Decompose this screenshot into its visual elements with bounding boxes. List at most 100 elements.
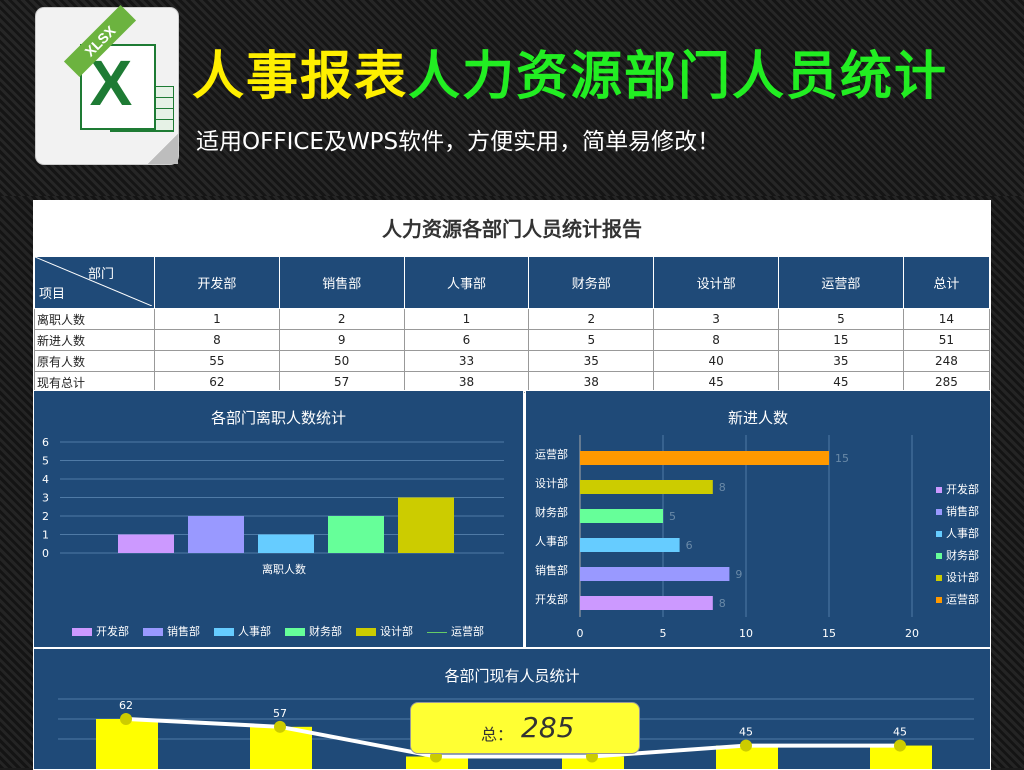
new-hires-chart-plot: 0 5 10 15 20 运营部 15 设计部 8 财务部 5 人事部 6 销售部 9 开发部 8 [535,435,919,640]
y-tick-label: 人事部 [535,534,568,548]
legend-swatch [936,575,942,581]
table-cell: 5 [777,308,904,330]
bar [580,451,829,465]
table-cell: 15 [777,329,904,351]
row-label: 原有人数 [34,350,155,372]
column-header: 销售部 [278,256,405,309]
legend-label: 设计部 [946,571,979,584]
table-cell: 50 [278,350,405,372]
legend-item: 财务部 [936,547,979,563]
data-label: 62 [119,699,133,712]
bar [258,534,314,553]
legend-swatch [936,597,942,603]
data-label: 8 [719,481,726,494]
corner-header-cell: 部门 项目 [34,256,155,309]
bar [96,719,158,769]
banner-subtitle: 适用OFFICE及WPS软件，方便实用，简单易修改！ [196,129,721,155]
legend-item: 运营部 [427,625,484,638]
data-label: 6 [686,539,693,552]
legend-item: 开发部 [72,625,129,638]
x-tick-label: 10 [739,627,753,640]
column-header: 开发部 [154,256,280,309]
table-row: 离职人数 1 2 1 2 3 5 14 [34,308,991,330]
legend-item: 财务部 [285,625,342,638]
table-cell: 55 [154,350,280,372]
legend-swatch [936,553,942,559]
y-tick-label: 财务部 [535,505,568,519]
table-cell: 14 [902,308,991,330]
total-box: 总： 285 [410,702,640,754]
legend-item: 开发部 [936,481,979,497]
legend-label: 运营部 [451,625,484,638]
legend-item: 销售部 [936,503,979,519]
y-tick-label: 6 [42,436,49,449]
table-cell: 2 [528,308,655,330]
legend-swatch [285,628,305,636]
trend-point [274,720,286,733]
legend-swatch [936,487,942,493]
new-hires-chart-legend: 开发部 销售部 人事部 财务部 设计部 运营部 [936,481,979,613]
legend-label: 开发部 [946,483,979,496]
bar [398,497,454,553]
table-cell: 1 [403,308,530,330]
banner-title-part2: 人力资源部门人员统计 [408,47,949,107]
y-tick-label: 0 [42,547,49,560]
x-tick-label: 20 [905,627,919,640]
y-tick-label: 1 [42,529,49,542]
table-cell: 35 [528,350,655,372]
legend-swatch [356,628,376,636]
legend-item: 设计部 [356,625,413,638]
column-header: 运营部 [777,256,904,309]
total-label: 总： [481,725,514,744]
y-tick-label: 4 [42,473,49,486]
page-fold-icon [148,134,178,164]
legend-label: 开发部 [96,625,129,638]
y-tick-label: 3 [42,492,49,505]
legend-swatch [143,628,163,636]
bar [580,567,730,581]
bar [580,480,713,494]
legend-label: 人事部 [238,625,271,638]
table-cell: 9 [278,329,405,351]
legend-item: 运营部 [936,591,979,607]
y-tick-label: 设计部 [535,476,568,490]
column-header: 财务部 [528,256,655,309]
table-cell: 6 [403,329,530,351]
new-hires-chart: 新进人数 0 5 10 15 20 运营部 15 设计部 8 财务部 5 人事部 6 销售部 9 开发部 8 开… [525,390,991,648]
legend-label: 财务部 [309,625,342,638]
resignation-chart: 各部门离职人数统计 0 1 2 3 4 5 6 离职人数 开发部 销售部 人事部 财务部 设计部 运营部 [33,390,524,648]
legend-swatch [936,509,942,515]
legend-swatch [214,628,234,636]
table-cell: 35 [777,350,904,372]
legend-label: 设计部 [380,625,413,638]
table-cell: 5 [528,329,655,351]
corner-label-dept: 部门 [87,267,114,282]
legend-label: 销售部 [946,505,979,518]
y-tick-label: 开发部 [535,592,568,606]
table-cell: 1 [154,308,280,330]
row-label: 离职人数 [34,308,155,330]
row-label: 新进人数 [34,329,155,351]
legend-item: 设计部 [936,569,979,585]
bar [580,596,713,610]
y-tick-label: 2 [42,510,49,523]
data-label: 45 [739,726,753,739]
bar [580,538,680,552]
legend-swatch [936,531,942,537]
table-cell: 2 [278,308,405,330]
table-cell: 248 [902,350,991,372]
legend-label: 运营部 [946,593,979,606]
x-tick-label: 5 [660,627,667,640]
resignation-chart-plot: 0 1 2 3 4 5 6 离职人数 [42,436,504,576]
legend-item: 销售部 [143,625,200,638]
y-tick-label: 5 [42,455,49,468]
x-tick-label: 0 [577,627,584,640]
x-tick-label: 15 [822,627,836,640]
banner-title: 人事报表人力资源部门人员统计 [192,34,948,109]
trend-point [894,739,906,752]
y-tick-label: 运营部 [535,447,568,461]
column-header: 设计部 [653,256,779,309]
trend-point [740,739,752,752]
bar [580,509,663,523]
table-header-row: 部门 项目 开发部 销售部 人事部 财务部 设计部 运营部 总计 [34,256,991,309]
